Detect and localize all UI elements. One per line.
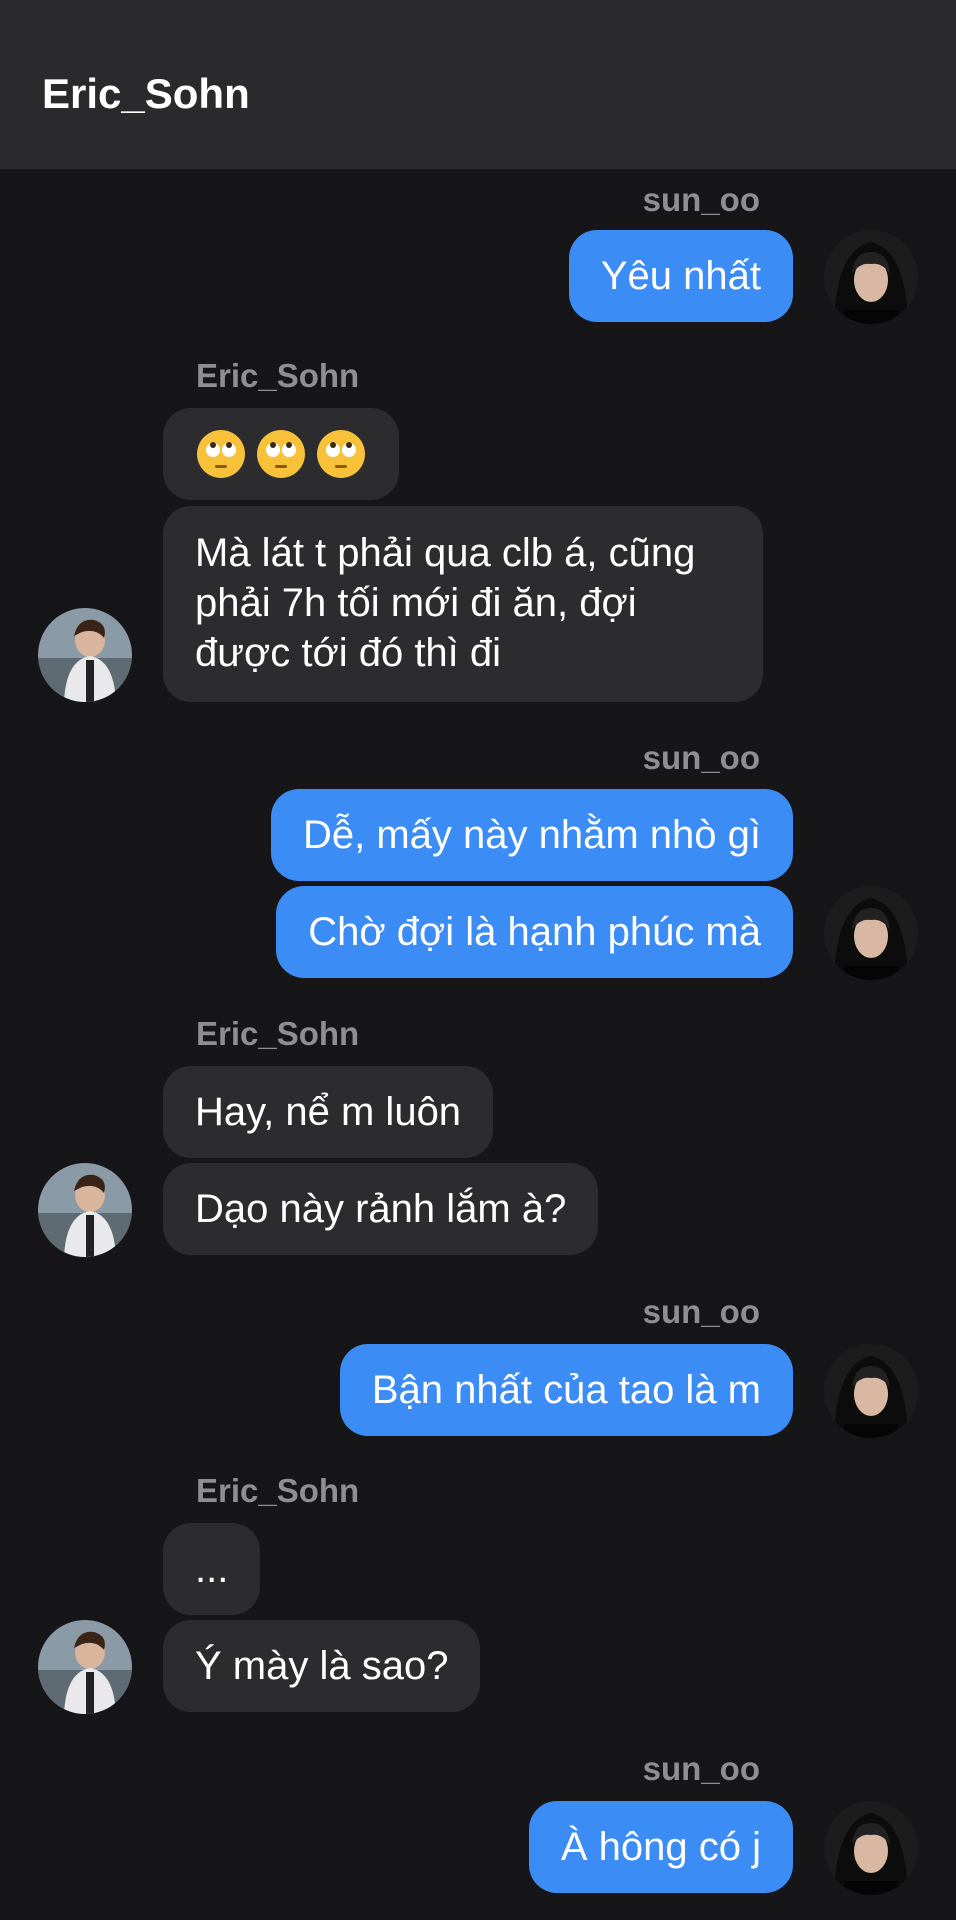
avatar-me[interactable] [824, 230, 918, 324]
chat-title[interactable]: Eric_Sohn [42, 68, 250, 120]
face-with-rolling-eyes-emoji-icon [257, 430, 305, 478]
message-bubble-outgoing[interactable]: Yêu nhất [568, 230, 793, 322]
avatar-me[interactable] [824, 1801, 918, 1895]
sender-name-other: Eric_Sohn [196, 1472, 360, 1509]
chat-screen: Eric_Sohn sun_oo Yêu nhất Eric_Sohn Mà l… [0, 0, 956, 1920]
sender-name-other: Eric_Sohn [196, 357, 360, 394]
sender-name-me: sun_oo [642, 181, 760, 218]
sender-name-me: sun_oo [642, 1293, 760, 1330]
message-bubble-outgoing[interactable]: Dễ, mấy này nhằm nhò gì [270, 789, 793, 881]
message-bubble-incoming[interactable]: Dạo này rảnh lắm à? [163, 1163, 599, 1255]
sender-name-other: Eric_Sohn [196, 1015, 360, 1052]
face-with-rolling-eyes-emoji-icon [317, 430, 365, 478]
chat-header: Eric_Sohn [0, 0, 956, 169]
avatar-photo-hooded-icon [824, 1801, 918, 1895]
sender-name-me: sun_oo [642, 739, 760, 776]
message-bubble-incoming[interactable]: ... [163, 1523, 261, 1615]
avatar-photo-outdoor-icon [38, 1620, 132, 1714]
sender-name-me: sun_oo [642, 1750, 760, 1787]
avatar-other[interactable] [38, 1163, 132, 1257]
avatar-photo-outdoor-icon [38, 608, 132, 702]
avatar-me[interactable] [824, 1344, 918, 1438]
avatar-photo-outdoor-icon [38, 1163, 132, 1257]
message-bubble-outgoing[interactable]: À hông có j [528, 1801, 793, 1893]
message-bubble-outgoing[interactable]: Chờ đợi là hạnh phúc mà [276, 886, 793, 978]
avatar-photo-hooded-icon [824, 886, 918, 980]
face-with-rolling-eyes-emoji-icon [197, 430, 245, 478]
avatar-other[interactable] [38, 1620, 132, 1714]
avatar-other[interactable] [38, 608, 132, 702]
message-bubble-incoming[interactable]: Mà lát t phải qua clb á, cũng phải 7h tố… [163, 506, 763, 702]
message-bubble-incoming-emoji[interactable] [163, 408, 399, 500]
message-bubble-incoming[interactable]: Hay, nể m luôn [163, 1066, 494, 1158]
message-bubble-outgoing[interactable]: Bận nhất của tao là m [339, 1344, 793, 1436]
avatar-photo-hooded-icon [824, 230, 918, 324]
avatar-photo-hooded-icon [824, 1344, 918, 1438]
avatar-me[interactable] [824, 886, 918, 980]
emoji-row [195, 428, 367, 480]
message-bubble-incoming[interactable]: Ý mày là sao? [163, 1620, 481, 1712]
